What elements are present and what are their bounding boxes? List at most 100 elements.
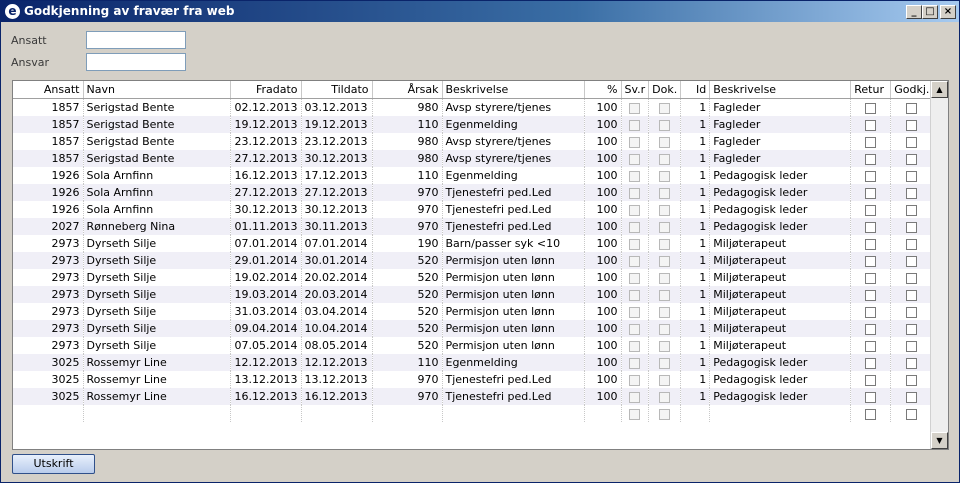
- svr-checkbox[interactable]: [629, 221, 641, 233]
- dok-checkbox[interactable]: [659, 340, 671, 352]
- dok-checkbox[interactable]: [659, 153, 671, 165]
- table-row[interactable]: 1857 Serigstad Bente 27.12.2013 30.12.2013 9…: [13, 150, 934, 167]
- svr-checkbox[interactable]: [629, 119, 641, 131]
- godkj-checkbox[interactable]: [906, 102, 918, 114]
- table-row[interactable]: 2027 Rønneberg Nina 01.11.2013 30.11.2013 97…: [13, 218, 934, 235]
- dok-checkbox[interactable]: [659, 306, 671, 318]
- scroll-down-icon[interactable]: ▼: [931, 432, 948, 449]
- table-row[interactable]: 2973 Dyrseth Silje 07.01.2014 07.01.2014 190…: [13, 235, 934, 252]
- svr-checkbox[interactable]: [629, 340, 641, 352]
- svr-checkbox[interactable]: [629, 272, 641, 284]
- retur-checkbox[interactable]: [865, 374, 877, 386]
- minimize-button[interactable]: _: [906, 5, 922, 19]
- godkj-checkbox[interactable]: [906, 340, 918, 352]
- col-header-retur[interactable]: Retur: [850, 81, 892, 99]
- maximize-button[interactable]: □: [922, 5, 938, 19]
- col-header-navn[interactable]: Navn: [83, 81, 231, 99]
- retur-checkbox[interactable]: [865, 238, 877, 250]
- dok-checkbox[interactable]: [659, 102, 671, 114]
- ansvar-input[interactable]: [86, 53, 186, 71]
- dok-checkbox[interactable]: [659, 323, 671, 335]
- godkj-checkbox[interactable]: [906, 170, 918, 182]
- dok-checkbox[interactable]: [659, 221, 671, 233]
- retur-checkbox[interactable]: [865, 272, 877, 284]
- svr-checkbox[interactable]: [629, 204, 641, 216]
- col-header-ansatt[interactable]: Ansatt: [13, 81, 84, 99]
- godkj-checkbox[interactable]: [906, 187, 918, 199]
- godkj-checkbox[interactable]: [906, 136, 918, 148]
- dok-checkbox[interactable]: [659, 136, 671, 148]
- table-row[interactable]: 2973 Dyrseth Silje 19.02.2014 20.02.2014 520…: [13, 269, 934, 286]
- retur-checkbox[interactable]: [865, 136, 877, 148]
- col-header-id[interactable]: Id: [680, 81, 711, 99]
- godkj-checkbox[interactable]: [906, 221, 918, 233]
- retur-checkbox[interactable]: [865, 102, 877, 114]
- table-row-new[interactable]: [13, 405, 934, 422]
- svr-checkbox[interactable]: [629, 289, 641, 301]
- svr-checkbox[interactable]: [629, 391, 641, 403]
- table-row[interactable]: 1857 Serigstad Bente 23.12.2013 23.12.2013 9…: [13, 133, 934, 150]
- godkj-checkbox[interactable]: [906, 289, 918, 301]
- retur-checkbox[interactable]: [865, 204, 877, 216]
- godkj-checkbox[interactable]: [906, 374, 918, 386]
- godkj-checkbox[interactable]: [906, 204, 918, 216]
- godkj-checkbox[interactable]: [906, 272, 918, 284]
- godkj-checkbox[interactable]: [906, 153, 918, 165]
- table-row[interactable]: 1857 Serigstad Bente 02.12.2013 03.12.2013 9…: [13, 98, 934, 116]
- godkj-checkbox[interactable]: [906, 408, 918, 420]
- dok-checkbox[interactable]: [659, 357, 671, 369]
- close-button[interactable]: ×: [940, 5, 956, 19]
- col-header-dok[interactable]: Dok.: [648, 81, 682, 99]
- retur-checkbox[interactable]: [865, 119, 877, 131]
- dok-checkbox[interactable]: [659, 272, 671, 284]
- table-row[interactable]: 2973 Dyrseth Silje 29.01.2014 30.01.2014 520…: [13, 252, 934, 269]
- table-row[interactable]: 2973 Dyrseth Silje 19.03.2014 20.03.2014 520…: [13, 286, 934, 303]
- table-row[interactable]: 1926 Sola Arnfinn 16.12.2013 17.12.2013 110 E…: [13, 167, 934, 184]
- absence-grid[interactable]: Ansatt Navn Fradato Tildato Årsak Beskri…: [12, 80, 949, 450]
- print-button[interactable]: Utskrift: [12, 454, 95, 474]
- table-row[interactable]: 1926 Sola Arnfinn 27.12.2013 27.12.2013 970 T…: [13, 184, 934, 201]
- col-header-tildato[interactable]: Tildato: [301, 81, 373, 99]
- table-row[interactable]: 3025 Rossemyr Line 13.12.2013 13.12.2013 970…: [13, 371, 934, 388]
- svr-checkbox[interactable]: [629, 374, 641, 386]
- title-bar[interactable]: e Godkjenning av fravær fra web _ □ ×: [1, 1, 959, 22]
- table-row[interactable]: 3025 Rossemyr Line 12.12.2013 12.12.2013 110…: [13, 354, 934, 371]
- retur-checkbox[interactable]: [865, 408, 877, 420]
- col-header-arsak[interactable]: Årsak: [372, 81, 443, 99]
- svr-checkbox[interactable]: [629, 187, 641, 199]
- col-header-stilling-beskrivelse[interactable]: Beskrivelse: [709, 81, 852, 99]
- dok-checkbox[interactable]: [659, 289, 671, 301]
- retur-checkbox[interactable]: [865, 170, 877, 182]
- retur-checkbox[interactable]: [865, 255, 877, 267]
- godkj-checkbox[interactable]: [906, 255, 918, 267]
- godkj-checkbox[interactable]: [906, 119, 918, 131]
- scroll-up-icon[interactable]: ▲: [931, 81, 948, 98]
- table-row[interactable]: 3025 Rossemyr Line 16.12.2013 16.12.2013 970…: [13, 388, 934, 405]
- retur-checkbox[interactable]: [865, 357, 877, 369]
- col-header-godkj[interactable]: Godkj.: [890, 81, 934, 99]
- col-header-percent[interactable]: %: [584, 81, 622, 99]
- table-row[interactable]: 1857 Serigstad Bente 19.12.2013 19.12.2013 1…: [13, 116, 934, 133]
- col-header-beskrivelse[interactable]: Beskrivelse: [442, 81, 585, 99]
- godkj-checkbox[interactable]: [906, 357, 918, 369]
- godkj-checkbox[interactable]: [906, 391, 918, 403]
- vertical-scrollbar[interactable]: ▲ ▼: [930, 81, 948, 449]
- ansatt-input[interactable]: [86, 31, 186, 49]
- svr-checkbox[interactable]: [629, 170, 641, 182]
- retur-checkbox[interactable]: [865, 153, 877, 165]
- table-row[interactable]: 2973 Dyrseth Silje 31.03.2014 03.04.2014 520…: [13, 303, 934, 320]
- col-header-fradato[interactable]: Fradato: [230, 81, 302, 99]
- retur-checkbox[interactable]: [865, 391, 877, 403]
- svr-checkbox[interactable]: [629, 408, 641, 420]
- dok-checkbox[interactable]: [659, 170, 671, 182]
- retur-checkbox[interactable]: [865, 187, 877, 199]
- col-header-svr[interactable]: Sv.r: [621, 81, 650, 99]
- dok-checkbox[interactable]: [659, 204, 671, 216]
- godkj-checkbox[interactable]: [906, 323, 918, 335]
- retur-checkbox[interactable]: [865, 306, 877, 318]
- table-row[interactable]: 2973 Dyrseth Silje 09.04.2014 10.04.2014 520…: [13, 320, 934, 337]
- svr-checkbox[interactable]: [629, 102, 641, 114]
- svr-checkbox[interactable]: [629, 136, 641, 148]
- svr-checkbox[interactable]: [629, 255, 641, 267]
- godkj-checkbox[interactable]: [906, 306, 918, 318]
